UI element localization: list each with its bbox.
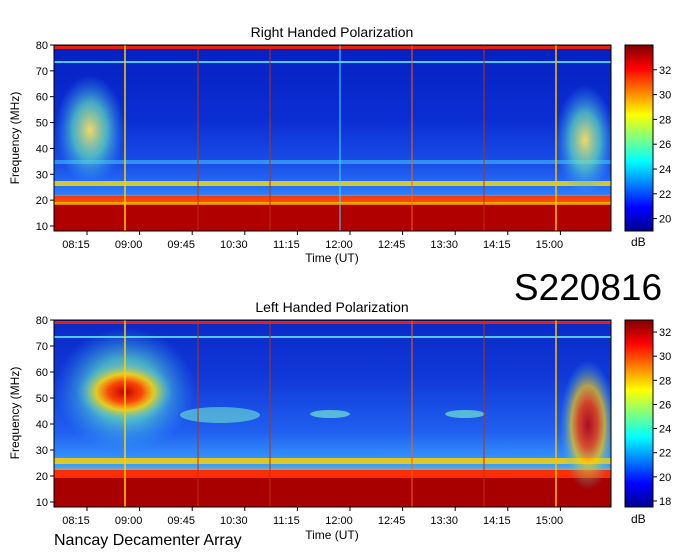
x-tick-label: 11:15 (273, 515, 300, 527)
x-tick-label: 12:45 (378, 515, 406, 527)
colorbar-unit: dB (631, 235, 646, 249)
x-tick-label: 09:45 (167, 239, 195, 251)
y-tick-label: 10 (36, 221, 48, 233)
x-tick-label: 09:00 (115, 239, 143, 251)
x-tick-label: 14:15 (483, 515, 511, 527)
footer-label: Nancay Decamenter Array (54, 532, 242, 549)
colorbar-tick-label: 20 (659, 214, 671, 226)
colorbar (624, 44, 654, 232)
y-tick-label: 60 (36, 92, 48, 104)
x-tick-label: 11:15 (273, 239, 300, 251)
x-tick-label: 15:00 (536, 239, 564, 251)
y-tick-label: 40 (36, 143, 48, 155)
colorbar-tick-label: 22 (659, 189, 671, 201)
panel-title: Left Handed Polarization (255, 299, 408, 315)
x-tick-label: 12:00 (325, 515, 353, 527)
colorbar-tick-label: 26 (659, 399, 671, 411)
panel-right-handed: Right Handed Polarization 10 20 30 40 50 60 70… (8, 24, 671, 265)
colorbar-tick-label: 26 (659, 139, 671, 151)
colorbar-tick-label: 20 (659, 472, 671, 484)
colorbar-tick-label: 30 (659, 351, 671, 363)
x-tick-label: 12:45 (378, 239, 406, 251)
x-tick-label: 13:30 (430, 239, 458, 251)
y-tick-label: 10 (36, 497, 48, 509)
colorbar (624, 319, 654, 508)
x-axis: 08:15 09:00 09:45 10:30 11:15 12:00 12:45 13:30… (62, 507, 563, 527)
colorbar-unit: dB (631, 512, 646, 526)
spectrogram-figure: Right Handed Polarization 10 20 30 40 50 60 70… (8, 24, 671, 549)
y-tick-label: 40 (36, 419, 48, 431)
colorbar-tick-label: 24 (659, 164, 671, 176)
x-tick-label: 10:30 (220, 239, 248, 251)
x-tick-label: 09:45 (167, 515, 195, 527)
y-tick-label: 50 (36, 118, 48, 130)
y-axis: 10 20 30 40 50 60 70 80 (36, 315, 54, 509)
x-tick-label: 13:30 (430, 515, 458, 527)
y-tick-label: 50 (36, 393, 48, 405)
colorbar-tick-label: 28 (659, 375, 671, 387)
heatmap-image (54, 320, 611, 507)
y-tick-label: 70 (36, 66, 48, 78)
y-tick-label: 70 (36, 341, 48, 353)
colorbar-axis: 20 22 24 26 28 30 32 (653, 65, 671, 226)
panel-left-handed: Left Handed Polarization 10 20 30 40 50 60 70 8… (8, 299, 671, 542)
y-tick-label: 30 (36, 169, 48, 181)
y-axis-label: Frequency (MHz) (8, 367, 22, 460)
x-tick-label: 09:00 (115, 515, 143, 527)
colorbar-axis: 18 20 22 24 26 28 30 32 (653, 327, 671, 508)
x-axis-label: Time (UT) (305, 528, 359, 542)
y-tick-label: 80 (36, 40, 48, 52)
colorbar-tick-label: 22 (659, 448, 671, 460)
x-tick-label: 08:15 (62, 239, 90, 251)
panel-title: Right Handed Polarization (251, 24, 414, 40)
colorbar-tick-label: 28 (659, 114, 671, 126)
colorbar-tick-label: 30 (659, 90, 671, 102)
colorbar-tick-label: 24 (659, 424, 671, 436)
y-axis-label: Frequency (MHz) (8, 92, 22, 185)
x-tick-label: 08:15 (62, 515, 90, 527)
y-axis: 10 20 30 40 50 60 70 80 (36, 40, 54, 233)
y-tick-label: 80 (36, 315, 48, 327)
colorbar-tick-label: 32 (659, 327, 671, 339)
colorbar-tick-label: 18 (659, 496, 671, 508)
colorbar-tick-label: 32 (659, 65, 671, 77)
event-label: S220816 (514, 267, 662, 308)
y-tick-label: 60 (36, 367, 48, 379)
y-tick-label: 20 (36, 471, 48, 483)
x-tick-label: 10:30 (220, 515, 248, 527)
x-tick-label: 14:15 (483, 239, 511, 251)
y-tick-label: 30 (36, 445, 48, 457)
x-axis: 08:15 09:00 09:45 10:30 11:15 12:00 12:45 13:30… (62, 231, 563, 251)
y-tick-label: 20 (36, 195, 48, 207)
x-tick-label: 12:00 (325, 239, 353, 251)
x-tick-label: 15:00 (536, 515, 564, 527)
heatmap-image (54, 45, 611, 231)
x-axis-label: Time (UT) (305, 251, 359, 265)
